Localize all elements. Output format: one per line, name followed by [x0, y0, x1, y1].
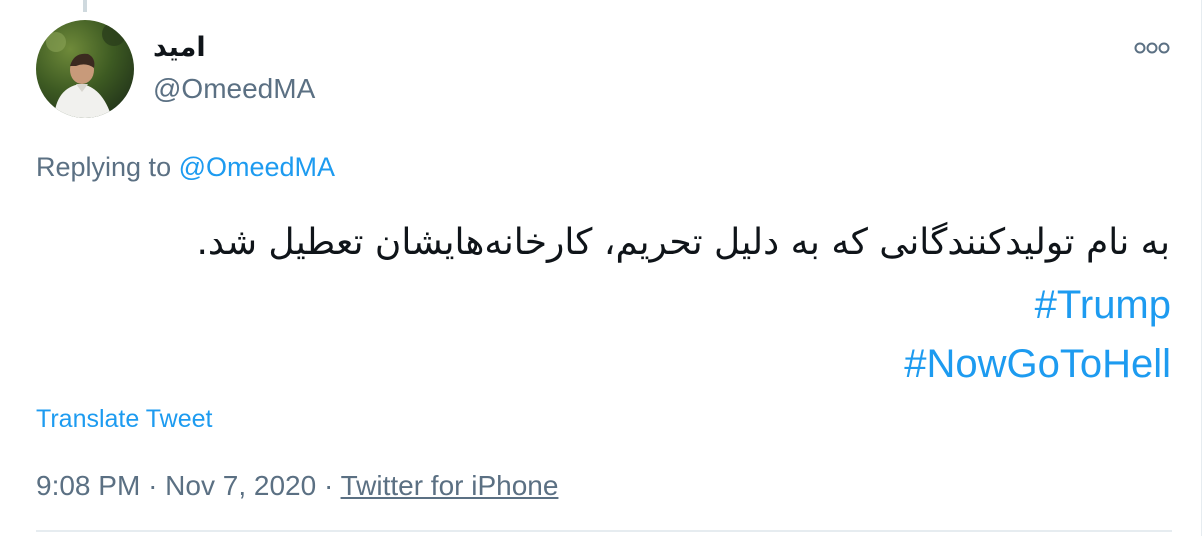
more-options-icon — [1134, 42, 1170, 54]
replying-to-label: Replying to — [36, 152, 172, 182]
divider — [36, 530, 1172, 532]
avatar[interactable] — [36, 20, 134, 118]
profile-photo-icon — [36, 20, 134, 118]
tweet-text: به نام تولیدکنندگانی که به دلیل تحریم، ک… — [196, 222, 1170, 263]
author-handle[interactable]: @OmeedMA — [153, 71, 315, 107]
author-display-name[interactable]: امید — [153, 30, 206, 66]
thread-connector-line — [83, 0, 87, 12]
tweet-date[interactable]: Nov 7, 2020 — [165, 470, 316, 501]
replying-to-handle-link[interactable]: @OmeedMA — [179, 152, 335, 182]
hashtag-link-trump[interactable]: #Trump — [904, 276, 1171, 335]
tweet-metadata: 9:08 PM · Nov 7, 2020 · Twitter for iPho… — [36, 468, 558, 504]
meta-separator: · — [323, 470, 334, 501]
replying-to-line: Replying to @OmeedMA — [36, 150, 335, 184]
hashtag-link-nowgotohell[interactable]: #NowGoToHell — [904, 335, 1171, 394]
tweet-source-link[interactable]: Twitter for iPhone — [341, 470, 559, 501]
hashtag-list: #Trump #NowGoToHell — [904, 276, 1171, 394]
meta-separator: · — [148, 470, 158, 501]
translate-tweet-button[interactable]: Translate Tweet — [36, 403, 212, 435]
tweet-time[interactable]: 9:08 PM — [36, 470, 140, 501]
more-options-button[interactable] — [1128, 34, 1176, 62]
